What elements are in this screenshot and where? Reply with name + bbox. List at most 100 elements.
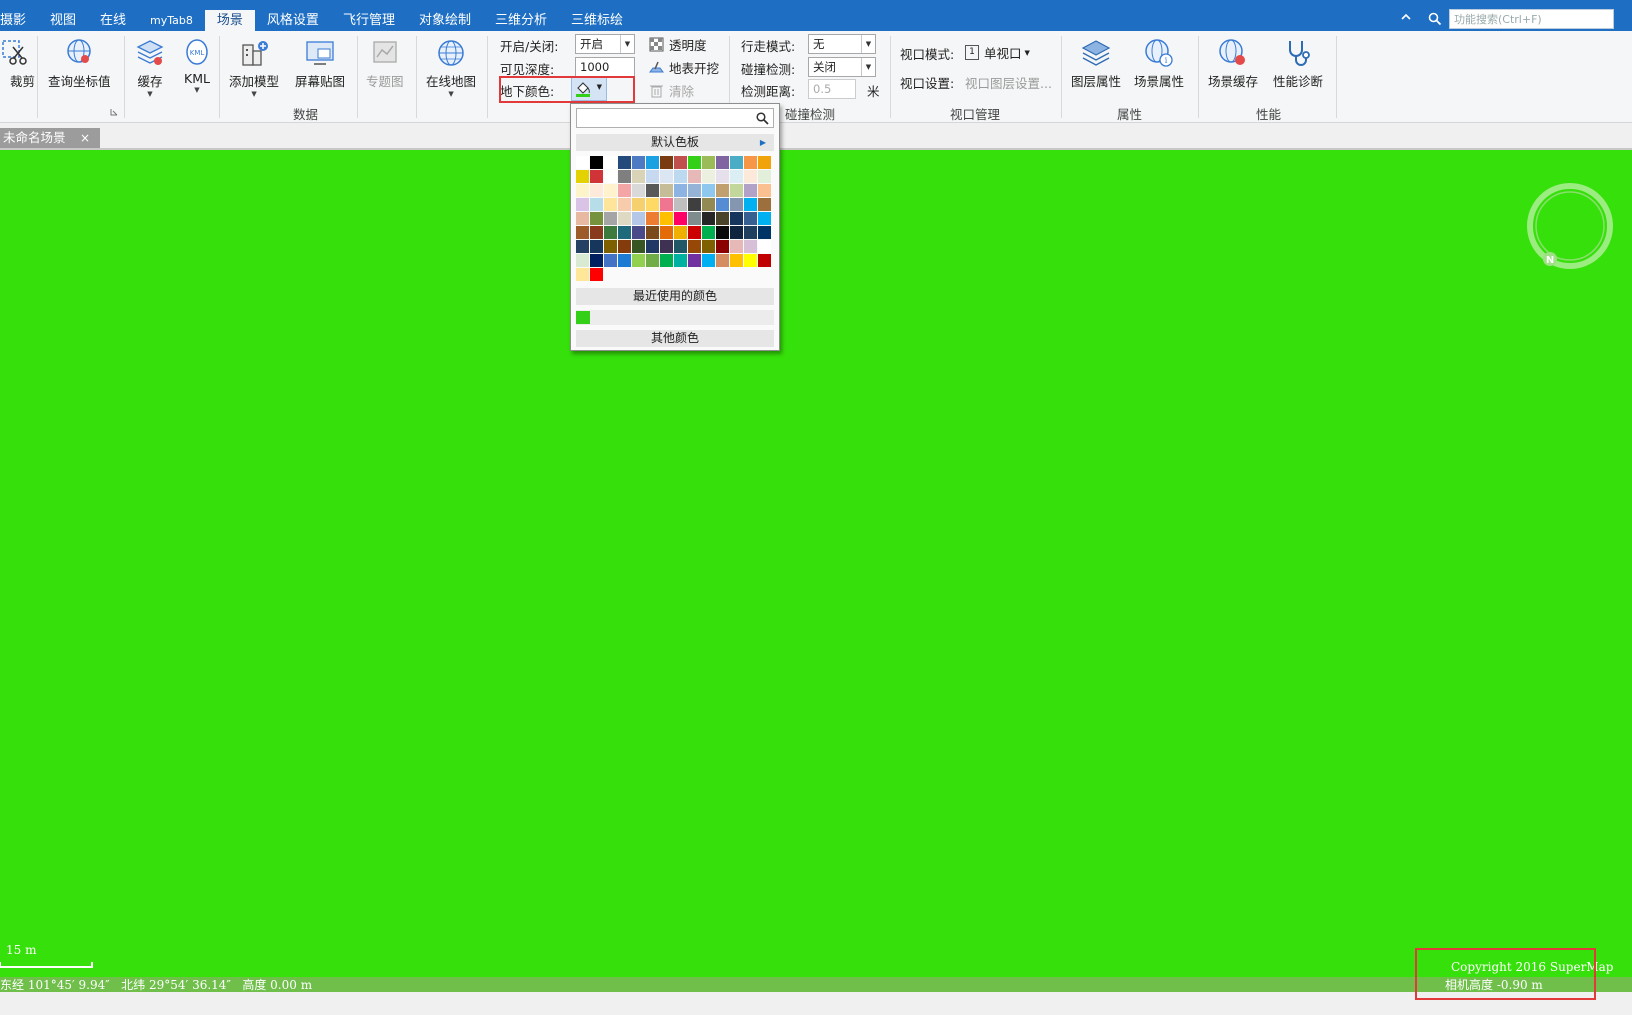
color-swatch[interactable] bbox=[618, 254, 631, 267]
thematic-map-button[interactable]: 专题图 bbox=[366, 37, 404, 90]
tab-7[interactable]: 对象绘制 bbox=[407, 10, 483, 31]
color-search-input[interactable] bbox=[576, 108, 774, 128]
collision-detection-select[interactable]: 关闭 ▼ bbox=[808, 57, 876, 77]
scene-view[interactable] bbox=[0, 150, 1632, 977]
color-swatch[interactable] bbox=[590, 226, 603, 239]
color-swatch[interactable] bbox=[646, 198, 659, 211]
surface-excavation-button[interactable]: 地表开挖 bbox=[649, 58, 719, 77]
color-swatch[interactable] bbox=[604, 198, 617, 211]
color-swatch[interactable] bbox=[674, 184, 687, 197]
other-colors-button[interactable]: 其他颜色 bbox=[576, 330, 774, 347]
color-swatch[interactable] bbox=[758, 184, 771, 197]
color-swatch[interactable] bbox=[730, 240, 743, 253]
close-icon[interactable]: × bbox=[80, 128, 90, 148]
color-swatch[interactable] bbox=[758, 254, 771, 267]
scene-cache-button[interactable]: 场景缓存 bbox=[1208, 37, 1258, 90]
color-swatch[interactable] bbox=[688, 240, 701, 253]
color-swatch[interactable] bbox=[716, 198, 729, 211]
color-swatch[interactable] bbox=[674, 170, 687, 183]
tab-4[interactable]: 场景 bbox=[204, 10, 255, 31]
recent-color-swatch[interactable] bbox=[576, 311, 590, 324]
color-swatch[interactable] bbox=[576, 240, 589, 253]
color-swatch[interactable] bbox=[688, 212, 701, 225]
color-swatch[interactable] bbox=[660, 156, 673, 169]
color-swatch[interactable] bbox=[660, 184, 673, 197]
tab-0[interactable]: 摄影 bbox=[0, 10, 38, 31]
color-swatch[interactable] bbox=[688, 198, 701, 211]
transparency-button[interactable]: 透明度 bbox=[649, 35, 707, 54]
screen-overlay-button[interactable]: 屏幕贴图 bbox=[295, 37, 345, 90]
color-swatch[interactable] bbox=[744, 212, 757, 225]
walk-mode-select[interactable]: 无 ▼ bbox=[808, 34, 876, 54]
color-swatch[interactable] bbox=[590, 254, 603, 267]
color-swatch[interactable] bbox=[618, 226, 631, 239]
color-swatch[interactable] bbox=[576, 212, 589, 225]
color-swatch[interactable] bbox=[674, 226, 687, 239]
color-swatch[interactable] bbox=[730, 184, 743, 197]
color-swatch[interactable] bbox=[604, 212, 617, 225]
color-swatch[interactable] bbox=[576, 226, 589, 239]
color-swatch[interactable] bbox=[674, 198, 687, 211]
online-map-button[interactable]: 在线地图 ▼ bbox=[426, 37, 476, 98]
color-swatch[interactable] bbox=[576, 198, 589, 211]
color-swatch[interactable] bbox=[632, 240, 645, 253]
color-swatch[interactable] bbox=[618, 240, 631, 253]
search-icon[interactable] bbox=[1428, 12, 1442, 26]
color-swatch[interactable] bbox=[716, 226, 729, 239]
compass-icon[interactable]: N bbox=[1525, 181, 1615, 271]
color-swatch[interactable] bbox=[730, 170, 743, 183]
color-swatch[interactable] bbox=[618, 198, 631, 211]
color-swatch[interactable] bbox=[660, 240, 673, 253]
color-swatch[interactable] bbox=[744, 170, 757, 183]
color-swatch[interactable] bbox=[590, 268, 603, 281]
color-swatch[interactable] bbox=[702, 212, 715, 225]
color-swatch[interactable] bbox=[702, 240, 715, 253]
color-swatch[interactable] bbox=[660, 254, 673, 267]
color-swatch[interactable] bbox=[716, 254, 729, 267]
color-swatch[interactable] bbox=[688, 156, 701, 169]
color-swatch[interactable] bbox=[590, 240, 603, 253]
color-swatch[interactable] bbox=[646, 170, 659, 183]
color-swatch[interactable] bbox=[646, 212, 659, 225]
tab-1[interactable]: 视图 bbox=[38, 10, 88, 31]
scene-properties-button[interactable]: i 场景属性 bbox=[1134, 37, 1184, 90]
color-swatch[interactable] bbox=[576, 156, 589, 169]
color-swatch[interactable] bbox=[688, 254, 701, 267]
tab-6[interactable]: 飞行管理 bbox=[331, 10, 407, 31]
color-swatch[interactable] bbox=[590, 212, 603, 225]
visible-depth-input[interactable]: 1000 bbox=[575, 57, 635, 77]
color-swatch[interactable] bbox=[604, 254, 617, 267]
color-swatch[interactable] bbox=[716, 156, 729, 169]
layer-properties-button[interactable]: 图层属性 bbox=[1071, 37, 1121, 90]
color-swatch[interactable] bbox=[576, 268, 589, 281]
tab-3[interactable]: myTab8 bbox=[138, 10, 205, 31]
color-swatch[interactable] bbox=[702, 156, 715, 169]
color-swatch[interactable] bbox=[646, 226, 659, 239]
color-swatch[interactable] bbox=[590, 156, 603, 169]
color-swatch[interactable] bbox=[604, 226, 617, 239]
color-swatch[interactable] bbox=[758, 212, 771, 225]
scene-document-tab[interactable]: 未命名场景 × bbox=[0, 128, 100, 148]
color-swatch[interactable] bbox=[744, 198, 757, 211]
viewport-layer-settings-button[interactable]: 视口图层设置... bbox=[965, 73, 1052, 92]
color-swatch[interactable] bbox=[632, 156, 645, 169]
color-swatch[interactable] bbox=[758, 170, 771, 183]
collapse-ribbon-icon[interactable] bbox=[1400, 11, 1412, 23]
color-swatch[interactable] bbox=[758, 198, 771, 211]
color-swatch[interactable] bbox=[716, 212, 729, 225]
color-swatch[interactable] bbox=[674, 156, 687, 169]
tab-9[interactable]: 三维标绘 bbox=[559, 10, 635, 31]
color-swatch[interactable] bbox=[660, 226, 673, 239]
color-swatch[interactable] bbox=[646, 254, 659, 267]
underground-color-button[interactable]: ▼ bbox=[571, 77, 607, 101]
color-swatch[interactable] bbox=[702, 254, 715, 267]
tab-8[interactable]: 三维分析 bbox=[483, 10, 559, 31]
color-swatch[interactable] bbox=[744, 184, 757, 197]
color-swatch[interactable] bbox=[604, 156, 617, 169]
color-swatch[interactable] bbox=[730, 198, 743, 211]
add-model-button[interactable]: 添加模型 ▼ bbox=[229, 37, 279, 98]
color-swatch[interactable] bbox=[618, 184, 631, 197]
color-swatch[interactable] bbox=[576, 170, 589, 183]
color-swatch[interactable] bbox=[604, 240, 617, 253]
color-swatch[interactable] bbox=[688, 226, 701, 239]
